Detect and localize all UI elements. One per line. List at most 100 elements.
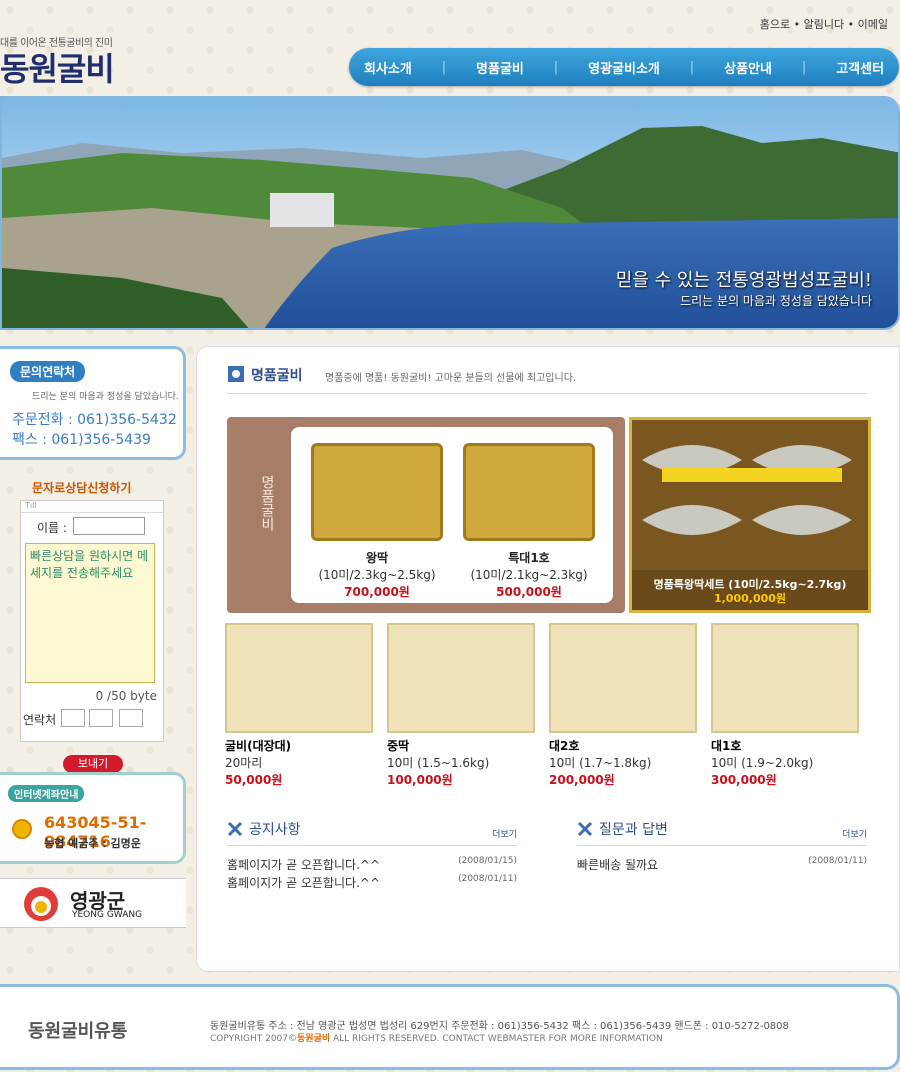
product-image: [549, 623, 697, 733]
cross-icon: [577, 821, 593, 837]
account-owner: 농협 예금주 : 김명운: [44, 837, 141, 850]
section-title: 명품굴비: [251, 368, 303, 384]
byte-counter: 0 /50 byte: [95, 689, 157, 703]
section-divider: [227, 393, 867, 394]
qna-board: 질문과 답변 더보기 빠른배송 될까요 (2008/01/11): [577, 819, 867, 874]
fish-image: [632, 420, 868, 570]
list-item-text: 빠른배송 될까요: [577, 858, 659, 872]
county-name-en: YEONG GWANG: [72, 910, 143, 920]
product-spec: 20마리: [225, 756, 263, 770]
nav-support[interactable]: 고객센터: [836, 58, 884, 77]
product-spec: 10미 (1.5~1.6kg): [387, 756, 490, 770]
order-phone: 주문전화 : 061)356-5432: [12, 412, 177, 428]
product-image: [311, 443, 443, 541]
bank-title: 인터넷계좌안내: [8, 785, 85, 802]
sms-consult-widget: 문자로상담신청하기 Tıll 이름 : 빠른상담을 원하시면 메세지를 전송해주…: [14, 478, 164, 773]
nav-company[interactable]: 회사소개: [364, 58, 412, 77]
notice-more-link[interactable]: 더보기: [492, 827, 517, 840]
product-card[interactable]: 대2호 10미 (1.7~1.8kg) 200,000원: [549, 623, 697, 788]
list-item-text: 홈페이지가 곧 오픈합니다.^^: [227, 858, 380, 872]
product-name: 굴비(대장대): [225, 739, 292, 753]
top-links: 홈으로 • 알림니다 • 이메일: [759, 18, 888, 31]
send-button[interactable]: 보내기: [63, 755, 123, 773]
list-item[interactable]: 홈페이지가 곧 오픈합니다.^^ (2008/01/11): [227, 874, 517, 892]
list-item[interactable]: 홈페이지가 곧 오픈합니다.^^ (2008/01/15): [227, 856, 517, 874]
product-spec: 10미 (1.7~1.8kg): [549, 756, 652, 770]
product-spec: (10미/2.1kg~2.3kg): [470, 568, 588, 582]
notice-title: 공지사항: [249, 822, 301, 838]
message-textarea[interactable]: 빠른상담을 원하시면 메세지를 전송해주세요: [25, 543, 155, 683]
section-icon: [228, 366, 244, 382]
product-image: [225, 623, 373, 733]
notice-board: 공지사항 더보기 홈페이지가 곧 오픈합니다.^^ (2008/01/15) 홈페…: [227, 819, 517, 892]
featured-panel: 명품굴비 왕딱 (10미/2.3kg~2.5kg) 700,000원 특대1호 …: [227, 417, 625, 613]
cross-icon: [227, 821, 243, 837]
product-image: [711, 623, 859, 733]
product-spec: 10미 (1.9~2.0kg): [711, 756, 814, 770]
signal-icon: Tıll: [21, 501, 163, 513]
county-emblem-icon: [24, 887, 58, 921]
email-link[interactable]: 이메일: [858, 18, 888, 31]
sms-title: 문자로상담신청하기: [32, 481, 132, 495]
product-price: 300,000원: [711, 773, 777, 787]
nav-products[interactable]: 상품안내: [724, 58, 772, 77]
list-item-text: 홈페이지가 곧 오픈합니다.^^: [227, 876, 380, 890]
nav-premium[interactable]: 명품굴비: [476, 58, 524, 77]
featured-product[interactable]: 특대1호 (10미/2.1kg~2.3kg) 500,000원: [463, 443, 595, 600]
site-footer: 동원굴비유통 동원굴비유통 주소 : 전남 영광군 법성면 법성리 629번지 …: [0, 984, 900, 1070]
product-price: 700,000원: [344, 585, 410, 599]
product-spec: (10미/2.3kg~2.5kg): [318, 568, 436, 582]
product-price: 50,000원: [225, 773, 283, 787]
contact-title: 문의연락처: [10, 361, 86, 382]
notice-link[interactable]: 알림니다: [804, 18, 844, 31]
product-image: [463, 443, 595, 541]
list-item-date: (2008/01/15): [458, 856, 517, 866]
product-card[interactable]: 굴비(대장대) 20마리 50,000원: [225, 623, 373, 788]
fax-number: 팩스 : 061)356-5439: [12, 432, 151, 448]
premium-set[interactable]: 명품특왕딱세트 (10미/2.5kg~2.7kg) 1,000,000원: [629, 417, 871, 613]
list-item-date: (2008/01/11): [458, 874, 517, 884]
product-name: 대1호: [711, 739, 742, 753]
coin-icon: [12, 819, 32, 839]
qna-title: 질문과 답변: [599, 822, 668, 838]
product-image: [387, 623, 535, 733]
site-logo[interactable]: 동원굴비: [0, 44, 115, 90]
product-price: 200,000원: [549, 773, 615, 787]
phone-frame: Tıll 이름 : 빠른상담을 원하시면 메세지를 전송해주세요 0 /50 b…: [20, 500, 164, 773]
list-item-date: (2008/01/11): [808, 856, 867, 866]
featured-card: 왕딱 (10미/2.3kg~2.5kg) 700,000원 특대1호 (10미/…: [291, 427, 613, 603]
contact-box: 문의연락처 드리는 분의 마음과 정성을 담았습니다. 주문전화 : 061)3…: [0, 346, 186, 460]
contact-subtitle: 드리는 분의 마음과 정성을 담았습니다.: [32, 392, 179, 402]
phone-input-1[interactable]: [61, 709, 85, 727]
list-item[interactable]: 빠른배송 될까요 (2008/01/11): [577, 856, 867, 874]
premium-set-price: 1,000,000원: [713, 592, 787, 605]
nav-intro[interactable]: 영광굴비소개: [588, 58, 660, 77]
footer-logo: 동원굴비유통: [28, 1021, 128, 1042]
featured-product[interactable]: 왕딱 (10미/2.3kg~2.5kg) 700,000원: [311, 443, 443, 600]
product-name: 왕딱: [365, 551, 389, 565]
qna-more-link[interactable]: 더보기: [842, 827, 867, 840]
footer-address: 동원굴비유통 주소 : 전남 영광군 법성면 법성리 629번지 주문전화 : …: [210, 1021, 789, 1032]
county-logo[interactable]: 영광군 YEONG GWANG: [0, 878, 186, 928]
product-name: 중딱: [387, 739, 410, 753]
featured-vertical-label: 명품굴비: [259, 475, 275, 531]
footer-copyright: COPYRIGHT 2007©동원굴비 ALL RIGHTS RESERVED.…: [210, 1034, 663, 1044]
section-description: 명품중에 명품! 동원굴비! 고마운 분들의 선물에 최고입니다.: [325, 373, 577, 384]
main-content: 명품굴비 명품중에 명품! 동원굴비! 고마운 분들의 선물에 최고입니다. 명…: [196, 346, 900, 972]
banner-subline: 드리는 분의 마음과 정성을 담았습니다: [680, 294, 872, 308]
name-label: 이름 :: [37, 521, 67, 535]
product-price: 100,000원: [387, 773, 453, 787]
product-name: 대2호: [549, 739, 580, 753]
notice-divider: [227, 845, 517, 846]
phone-input-2[interactable]: [89, 709, 113, 727]
banner-headline: 믿을 수 있는 전통영광법성포굴비!: [615, 270, 872, 291]
home-link[interactable]: 홈으로: [760, 18, 790, 31]
hero-banner: 믿을 수 있는 전통영광법성포굴비! 드리는 분의 마음과 정성을 담았습니다: [0, 96, 900, 330]
name-input[interactable]: [73, 517, 145, 535]
phone-input-3[interactable]: [119, 709, 143, 727]
main-nav: 회사소개 | 명품굴비 | 영광굴비소개 | 상품안내 | 고객센터: [349, 48, 899, 86]
product-price: 500,000원: [496, 585, 562, 599]
product-card[interactable]: 중딱 10미 (1.5~1.6kg) 100,000원: [387, 623, 535, 788]
contact-label: 연락처: [23, 713, 57, 727]
product-card[interactable]: 대1호 10미 (1.9~2.0kg) 300,000원: [711, 623, 859, 788]
